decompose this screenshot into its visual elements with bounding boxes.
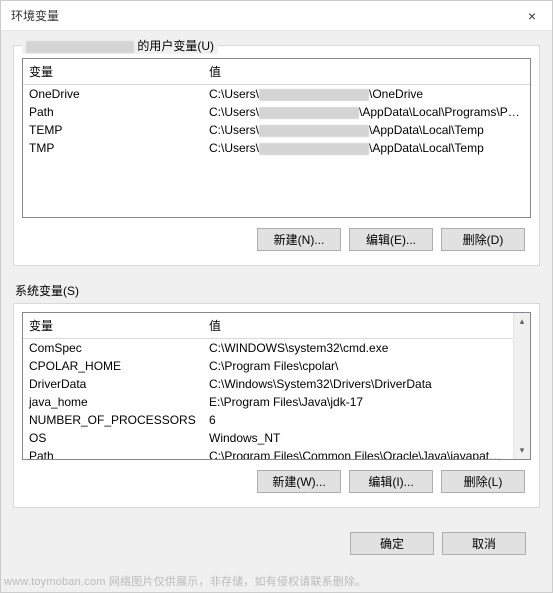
var-value: C:\Users\\AppData\Local\Temp [203,121,530,139]
col-value[interactable]: 值 [203,313,513,339]
table-row[interactable]: OneDrive C:\Users\\OneDrive [23,85,530,104]
user-vars-table[interactable]: 变量 值 OneDrive C:\Users\\OneDrive [23,59,530,157]
system-vars-table-wrap: 变量 值 ComSpecC:\WINDOWS\system32\cmd.exe … [22,312,531,460]
var-name: ComSpec [23,339,203,358]
col-name[interactable]: 变量 [23,59,203,85]
table-row[interactable]: TEMP C:\Users\\AppData\Local\Temp [23,121,530,139]
titlebar: 环境变量 × [1,1,552,31]
redacted-user [259,89,369,101]
var-name: OS [23,429,203,447]
close-icon[interactable]: × [522,8,542,24]
table-header-row: 变量 值 [23,59,530,85]
scroll-up-icon[interactable]: ▴ [514,313,531,330]
redacted-user [259,125,369,137]
var-value: C:\WINDOWS\system32\cmd.exe [203,339,513,358]
var-value: C:\Windows\System32\Drivers\DriverData [203,375,513,393]
scroll-down-icon[interactable]: ▾ [514,442,531,459]
user-vars-buttons: 新建(N)... 编辑(E)... 删除(D) [22,218,531,255]
user-delete-button[interactable]: 删除(D) [441,228,525,251]
var-name: TEMP [23,121,203,139]
user-vars-table-wrap: 变量 值 OneDrive C:\Users\\OneDrive [22,58,531,218]
var-value: C:\Program Files\cpolar\ [203,357,513,375]
system-vars-table[interactable]: 变量 值 ComSpecC:\WINDOWS\system32\cmd.exe … [23,313,513,459]
var-name: Path [23,447,203,459]
system-vars-buttons: 新建(W)... 编辑(I)... 删除(L) [22,460,531,497]
user-edit-button[interactable]: 编辑(E)... [349,228,433,251]
system-new-button[interactable]: 新建(W)... [257,470,341,493]
var-name: java_home [23,393,203,411]
var-name: CPOLAR_HOME [23,357,203,375]
redacted-user [259,143,369,155]
table-row[interactable]: PathC:\Program Files\Common Files\Oracle… [23,447,513,459]
table-row[interactable]: ComSpecC:\WINDOWS\system32\cmd.exe [23,339,513,358]
table-row[interactable]: TMP C:\Users\\AppData\Local\Temp [23,139,530,157]
var-name: NUMBER_OF_PROCESSORS [23,411,203,429]
var-value: E:\Program Files\Java\jdk-17 [203,393,513,411]
user-vars-label: 的用户变量(U) [22,37,218,54]
system-vars-group: 变量 值 ComSpecC:\WINDOWS\system32\cmd.exe … [13,303,540,508]
var-value: C:\Users\\AppData\Local\Temp [203,139,530,157]
env-vars-dialog: 环境变量 × 的用户变量(U) 变量 值 [0,0,553,593]
var-value: C:\Users\\AppData\Local\Programs\Pyth... [203,103,530,121]
redacted-username [26,41,134,53]
system-vars-label: 系统变量(S) [15,282,540,299]
var-value: 6 [203,411,513,429]
table-row[interactable]: CPOLAR_HOMEC:\Program Files\cpolar\ [23,357,513,375]
table-header-row: 变量 值 [23,313,513,339]
watermark-text: www.toymoban.com 网络图片仅供展示，非存储，如有侵权请联系删除。 [4,573,366,589]
var-name: TMP [23,139,203,157]
col-name[interactable]: 变量 [23,313,203,339]
user-vars-group: 的用户变量(U) 变量 值 [13,45,540,266]
var-name: OneDrive [23,85,203,104]
system-edit-button[interactable]: 编辑(I)... [349,470,433,493]
var-value: Windows_NT [203,429,513,447]
window-title: 环境变量 [11,7,59,24]
vertical-scrollbar[interactable]: ▴ ▾ [513,313,530,459]
user-vars-label-suffix: 的用户变量(U) [137,39,214,53]
table-row[interactable]: java_homeE:\Program Files\Java\jdk-17 [23,393,513,411]
table-row[interactable]: NUMBER_OF_PROCESSORS6 [23,411,513,429]
dialog-buttons: 确定 取消 [13,524,540,555]
ok-button[interactable]: 确定 [350,532,434,555]
var-value: C:\Users\\OneDrive [203,85,530,104]
var-name: DriverData [23,375,203,393]
redacted-user [259,107,359,119]
system-delete-button[interactable]: 删除(L) [441,470,525,493]
cancel-button[interactable]: 取消 [442,532,526,555]
user-new-button[interactable]: 新建(N)... [257,228,341,251]
table-row[interactable]: Path C:\Users\\AppData\Local\Programs\Py… [23,103,530,121]
col-value[interactable]: 值 [203,59,530,85]
var-name: Path [23,103,203,121]
content-area: 的用户变量(U) 变量 值 [1,31,552,565]
table-row[interactable]: OSWindows_NT [23,429,513,447]
table-row[interactable]: DriverDataC:\Windows\System32\Drivers\Dr… [23,375,513,393]
var-value: C:\Program Files\Common Files\Oracle\Jav… [203,447,513,459]
